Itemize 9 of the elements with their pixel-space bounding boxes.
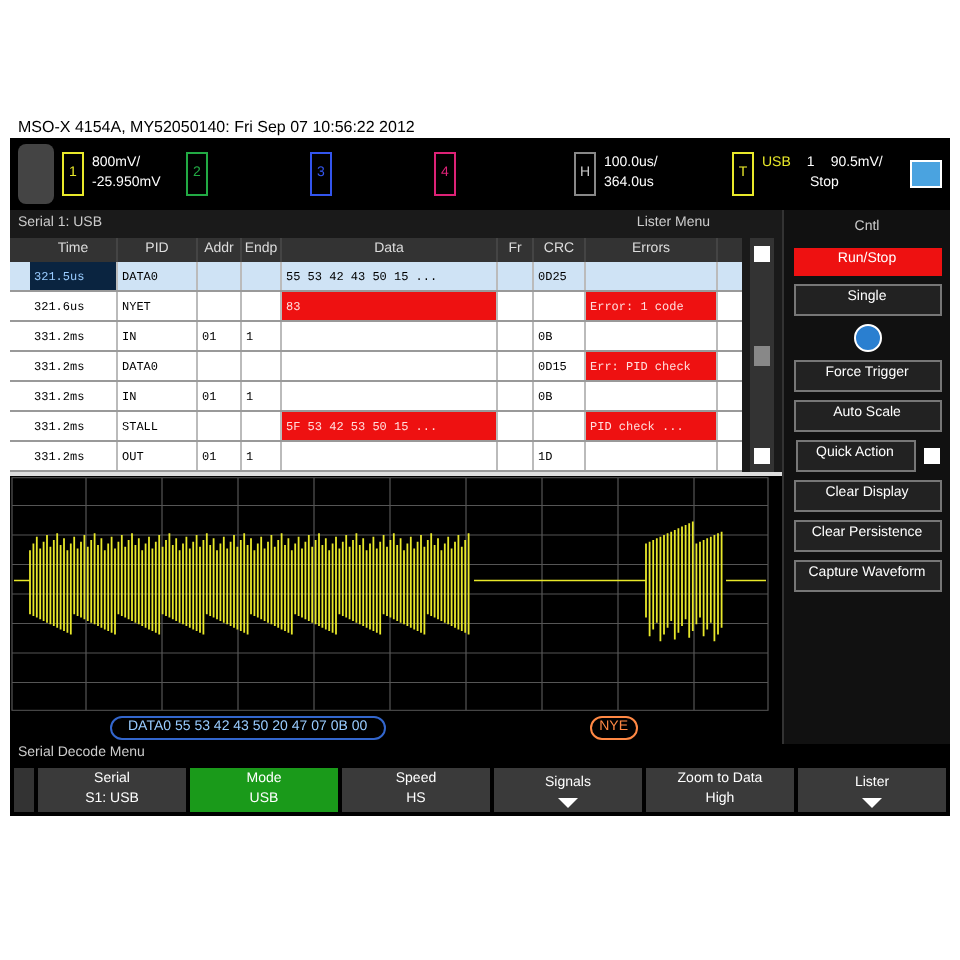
display-icon[interactable] bbox=[910, 160, 942, 188]
quick-action-icon[interactable] bbox=[923, 447, 939, 463]
help-icon[interactable] bbox=[853, 323, 881, 351]
menu-key[interactable] bbox=[18, 144, 54, 204]
down-arrow-icon bbox=[862, 797, 882, 807]
down-arrow-icon bbox=[558, 797, 578, 807]
scrollbar[interactable] bbox=[750, 238, 774, 472]
header-text: MSO-X 4154A, MY52050140: Fri Sep 07 10:56:22 2012 bbox=[16, 116, 417, 138]
scroll-thumb[interactable] bbox=[754, 345, 770, 365]
